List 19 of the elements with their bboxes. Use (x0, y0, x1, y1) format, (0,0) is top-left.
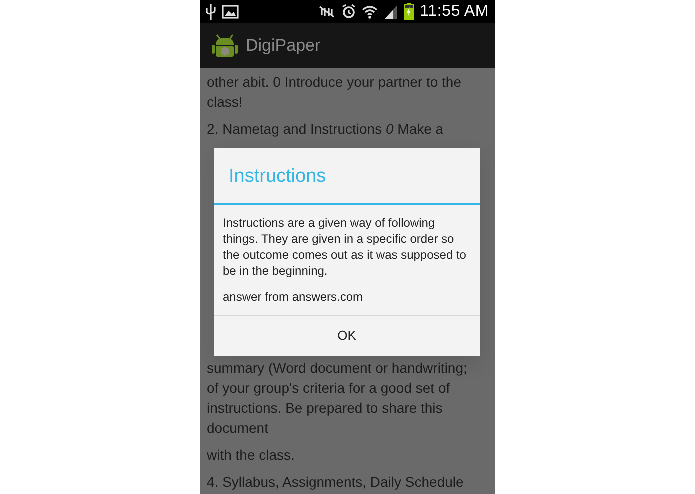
android-icon (212, 32, 238, 60)
app-title: DigiPaper (246, 34, 321, 57)
battery-icon (404, 3, 414, 20)
dialog-title: Instructions (214, 148, 480, 206)
body-paragraph: with the class. (207, 446, 296, 465)
body-paragraph: summary (Word document or handwriting; of your group's criteria for a good set of instructions. Be prepared to share this document (207, 359, 468, 438)
body-paragraph: 2. Nametag and Instructions 0 Make a (207, 120, 445, 139)
body-paragraph: 4. Syllabus, Assignments, Daily Schedule (207, 473, 465, 492)
wifi-icon (362, 4, 378, 18)
image-icon (222, 4, 239, 18)
alarm-icon (342, 4, 356, 19)
usb-icon (206, 4, 216, 20)
signal-icon (384, 4, 398, 18)
clock-time: 11:55 AM (420, 2, 489, 22)
body-paragraph: other abit. 0 Introduce your partner to the class! (207, 73, 462, 112)
dialog-text: Instructions are a given way of following things. They are given in a specific order so the outcome comes out as it was supposed to be in the beginning. (223, 215, 468, 280)
mute-vibrate-icon (318, 4, 336, 18)
ok-button[interactable]: OK (214, 316, 480, 356)
dialog-text: answer from answers.com (223, 289, 364, 306)
